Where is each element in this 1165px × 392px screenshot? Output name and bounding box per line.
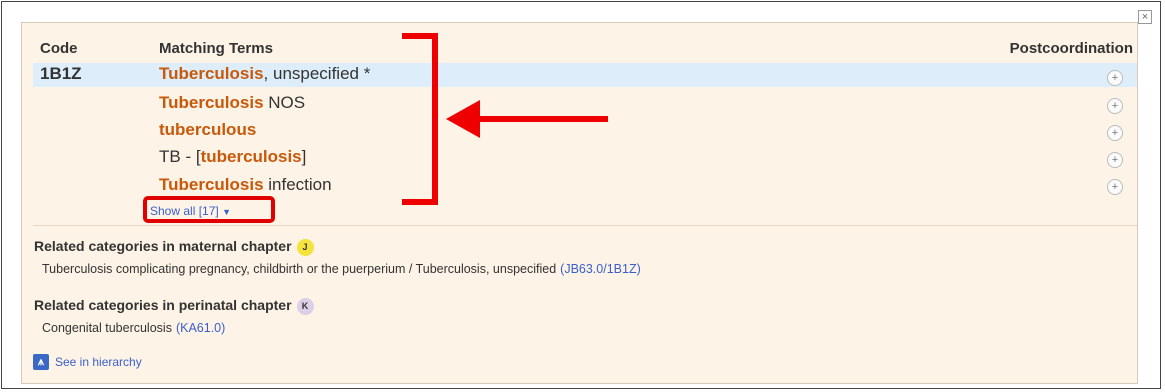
postcoordination-add-button[interactable]: + xyxy=(1107,152,1123,168)
term-highlight: tuberculosis xyxy=(200,147,302,166)
divider xyxy=(33,225,1137,226)
maternal-related-title: Related categories in maternal chapter J xyxy=(34,238,314,256)
matching-terms-column-header: Matching Terms xyxy=(159,40,273,57)
annotation-show-all-box xyxy=(143,196,275,223)
matching-term[interactable]: Tuberculosis NOS xyxy=(159,93,305,113)
term-suffix: NOS xyxy=(263,93,306,112)
matching-term[interactable]: tuberculous xyxy=(159,120,256,140)
postcoordination-add-button[interactable]: + xyxy=(1107,98,1123,114)
hierarchy-icon[interactable]: ⩚ xyxy=(33,354,49,370)
maternal-item-text: Tuberculosis complicating pregnancy, chi… xyxy=(42,262,557,276)
matching-term[interactable]: Tuberculosis infection xyxy=(159,175,332,195)
perinatal-related-title: Related categories in perinatal chapter K xyxy=(34,297,314,315)
postcoordination-add-button[interactable]: + xyxy=(1107,125,1123,141)
perinatal-related-item: Congenital tuberculosis (KA61.0) xyxy=(42,321,225,335)
matching-term[interactable]: Tuberculosis, unspecified * xyxy=(159,64,370,84)
term-highlight: Tuberculosis xyxy=(159,175,264,194)
postcoordination-add-button[interactable]: + xyxy=(1107,179,1123,195)
maternal-title-text: Related categories in maternal chapter xyxy=(34,238,292,254)
matching-term[interactable]: TB - [tuberculosis] xyxy=(159,147,306,167)
maternal-code-link[interactable]: (JB63.0/1B1Z) xyxy=(560,262,641,276)
see-in-hierarchy-link[interactable]: See in hierarchy xyxy=(55,355,142,369)
postcoordination-add-button[interactable]: + xyxy=(1107,70,1123,86)
term-highlight: Tuberculosis xyxy=(159,64,264,83)
maternal-related-item: Tuberculosis complicating pregnancy, chi… xyxy=(42,262,641,276)
term-suffix: , unspecified * xyxy=(263,64,371,83)
term-highlight: tuberculous xyxy=(159,120,257,139)
term-suffix: ] xyxy=(301,147,307,166)
annotation-arrow-shaft xyxy=(470,116,608,122)
chapter-k-badge: K xyxy=(296,298,314,315)
term-suffix: infection xyxy=(263,175,332,194)
chapter-j-badge: J xyxy=(296,239,314,256)
result-code[interactable]: 1B1Z xyxy=(40,64,82,84)
annotation-bracket-side xyxy=(432,33,438,205)
perinatal-code-link[interactable]: (KA61.0) xyxy=(176,321,225,335)
close-icon[interactable]: × xyxy=(1138,10,1152,24)
code-column-header: Code xyxy=(40,40,78,57)
perinatal-title-text: Related categories in perinatal chapter xyxy=(34,297,292,313)
annotation-bracket-bottom xyxy=(402,199,438,205)
perinatal-item-text: Congenital tuberculosis xyxy=(42,321,172,335)
postcoordination-column-header: Postcoordination xyxy=(1009,40,1133,57)
annotation-bracket-top xyxy=(402,33,436,39)
term-highlight: Tuberculosis xyxy=(159,93,264,112)
annotation-arrow-head-icon xyxy=(446,100,480,138)
term-prefix: TB - [ xyxy=(159,147,201,166)
